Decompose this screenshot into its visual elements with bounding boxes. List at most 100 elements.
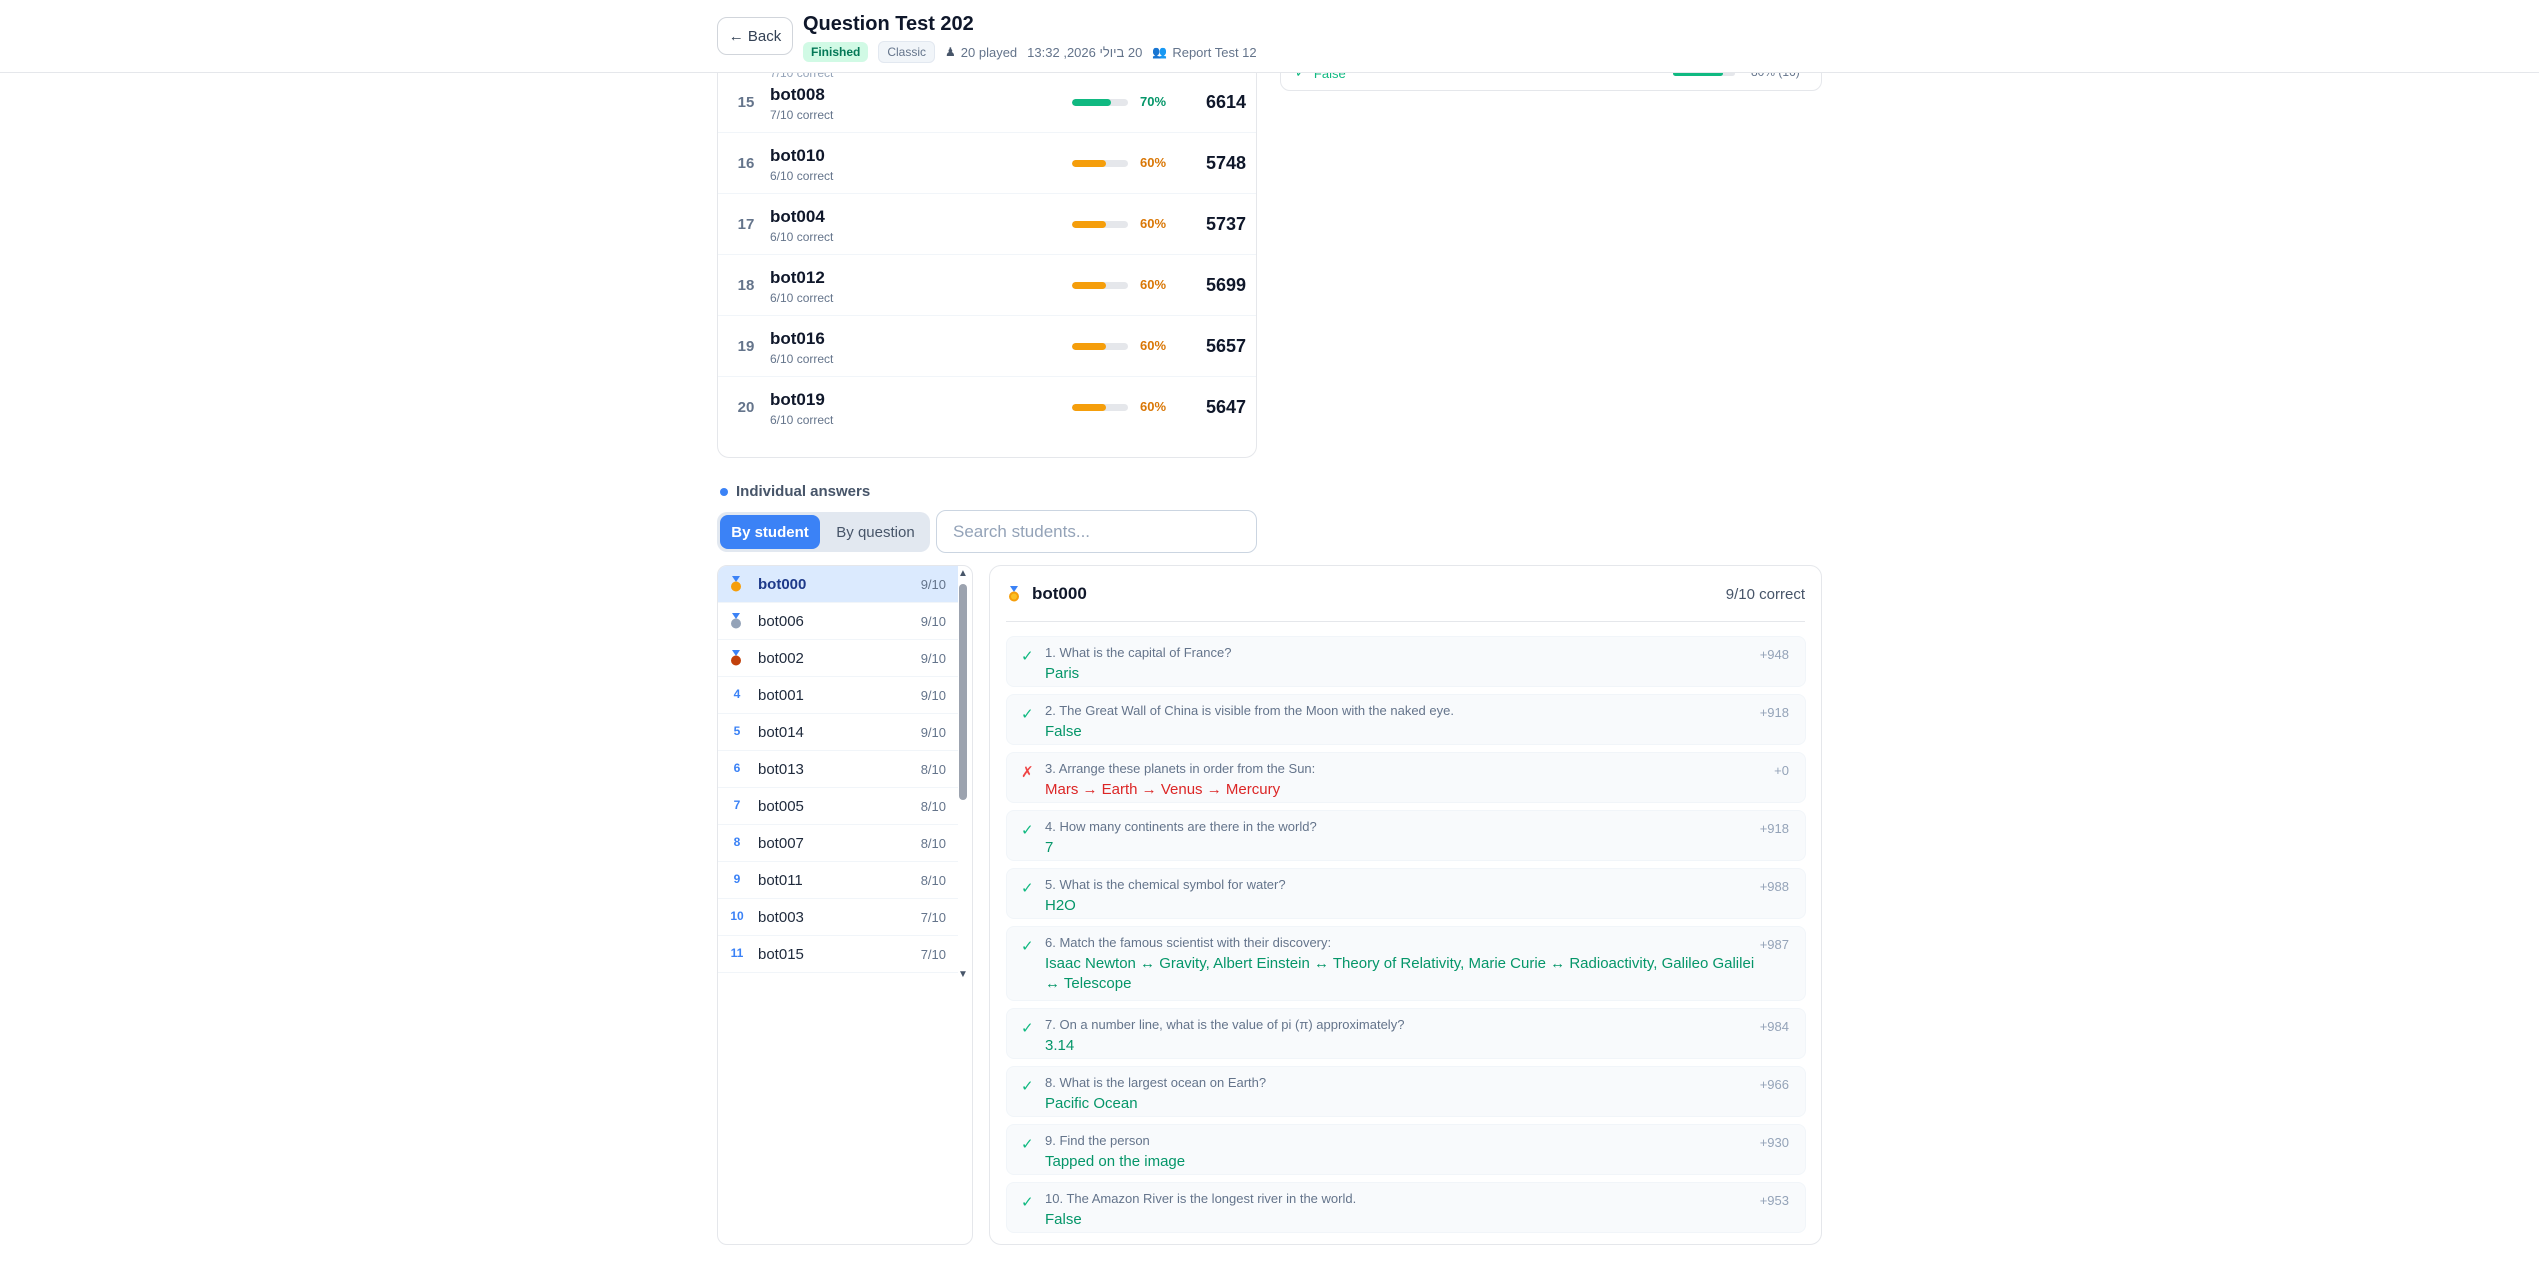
answer-item: ✓ 7. On a number line, what is the value … xyxy=(1006,1008,1806,1059)
accuracy-percent: 60% xyxy=(1140,338,1167,353)
student-rank: 6 xyxy=(733,761,741,775)
student-list-item[interactable]: bot002 9/10 xyxy=(718,640,958,677)
question-text: 1. What is the capital of France? xyxy=(1045,645,1232,660)
accuracy-bar xyxy=(1072,99,1128,106)
points-earned: +966 xyxy=(1759,1077,1789,1092)
check-icon: ✓ xyxy=(1021,648,1034,665)
student-list-item[interactable]: 7 bot005 8/10 xyxy=(718,788,958,825)
detail-student-name: bot000 xyxy=(1032,584,1087,603)
question-text: 10. The Amazon River is the longest rive… xyxy=(1045,1191,1357,1206)
answer-item: ✓ 10. The Amazon River is the longest riv… xyxy=(1006,1182,1806,1233)
scroll-thumb[interactable] xyxy=(959,584,967,800)
accuracy-bar xyxy=(1072,160,1128,167)
leaderboard-row[interactable]: 17 bot004 6/10 correct 60% 5737 xyxy=(718,193,1256,254)
accuracy-bar xyxy=(1072,282,1128,289)
top-header: ← Back Question Test 202 Finished Classi… xyxy=(0,0,2539,73)
player-score: 5737 xyxy=(1205,214,1246,234)
student-name: bot007 xyxy=(758,835,804,852)
leaderboard-row[interactable]: 15 bot008 7/10 correct 70% 6614 xyxy=(718,71,1256,132)
player-score: 5699 xyxy=(1205,275,1246,295)
back-button[interactable]: ← Back xyxy=(717,17,793,55)
leaderboard-row[interactable]: 19 bot016 6/10 correct 60% 5657 xyxy=(718,315,1256,376)
cross-icon: ✗ xyxy=(1021,764,1034,781)
player-name: bot008 xyxy=(770,85,825,104)
answer-text: Pacific Ocean xyxy=(1045,1095,1138,1112)
rank-number: 15 xyxy=(737,94,755,111)
student-list-scrollbar[interactable]: ▲ ▼ xyxy=(956,568,970,983)
silver-medal-icon xyxy=(731,613,741,629)
leaderboard-row[interactable]: 20 bot019 6/10 correct 60% 5647 xyxy=(718,376,1256,437)
accuracy-bar xyxy=(1072,404,1128,411)
points-earned: +918 xyxy=(1759,821,1789,836)
divider xyxy=(1006,621,1805,622)
search-students-input[interactable] xyxy=(936,510,1257,553)
student-list-item[interactable]: bot006 9/10 xyxy=(718,603,958,640)
points-earned: +984 xyxy=(1759,1019,1789,1034)
student-list-item[interactable]: bot000 9/10 xyxy=(718,566,958,603)
player-correct-count: 6/10 correct xyxy=(770,352,834,366)
scroll-up-icon[interactable]: ▲ xyxy=(958,568,968,579)
points-earned: +987 xyxy=(1759,937,1789,952)
check-icon: ✓ xyxy=(1021,1078,1034,1095)
student-name: bot006 xyxy=(758,613,804,630)
answer-item: ✓ 6. Match the famous scientist with thei… xyxy=(1006,926,1806,1001)
status-badge: Finished xyxy=(803,42,869,62)
student-name: bot011 xyxy=(758,872,803,889)
quiz-meta: Finished Classic ♟ 20 played 20 ביולי 20… xyxy=(803,41,1257,63)
check-icon: ✓ xyxy=(1021,822,1034,839)
student-score: 9/10 xyxy=(920,688,946,703)
bronze-medal-icon xyxy=(731,650,741,666)
student-rank: 5 xyxy=(733,724,741,738)
student-list-item[interactable]: 6 bot013 8/10 xyxy=(718,751,958,788)
student-list-item[interactable]: 11 bot015 7/10 xyxy=(718,936,958,973)
answer-text: False xyxy=(1045,1211,1082,1228)
detail-header: bot000 xyxy=(1006,584,1087,604)
question-text: 5. What is the chemical symbol for water… xyxy=(1045,877,1286,892)
points-earned: +918 xyxy=(1759,705,1789,720)
player-correct-count: 7/10 correct xyxy=(770,108,834,122)
question-text: 3. Arrange these planets in order from t… xyxy=(1045,761,1316,776)
student-name: bot000 xyxy=(758,576,807,593)
date-text: 20 ביולי 2026, 13:32 xyxy=(1027,44,1143,60)
student-score: 9/10 xyxy=(920,651,946,666)
scroll-down-icon[interactable]: ▼ xyxy=(958,969,968,980)
answer-item: ✓ 1. What is the capital of France? Paris +… xyxy=(1006,636,1806,687)
question-text: 8. What is the largest ocean on Earth? xyxy=(1045,1075,1267,1090)
answer-text: Mars → Earth → Venus → Mercury xyxy=(1045,781,1281,798)
answer-item: ✓ 2. The Great Wall of China is visible f… xyxy=(1006,694,1806,745)
section-title: Individual answers xyxy=(736,483,871,500)
accuracy-percent: 60% xyxy=(1140,155,1167,170)
answer-text: Paris xyxy=(1045,665,1080,682)
student-list-item[interactable]: 8 bot007 8/10 xyxy=(718,825,958,862)
player-name: bot010 xyxy=(770,146,825,165)
student-list-item[interactable]: 9 bot011 8/10 xyxy=(718,862,958,899)
detail-total-correct: 9/10 correct xyxy=(1725,586,1805,603)
check-icon: ✓ xyxy=(1021,1136,1034,1153)
student-list-item[interactable]: 5 bot014 9/10 xyxy=(718,714,958,751)
student-score: 9/10 xyxy=(920,614,946,629)
question-text: 9. Find the person xyxy=(1045,1133,1150,1148)
student-name: bot005 xyxy=(758,798,804,815)
points-earned: +988 xyxy=(1759,879,1789,894)
leaderboard-row[interactable]: 16 bot010 6/10 correct 60% 5748 xyxy=(718,132,1256,193)
report-text: Report Test 12 xyxy=(1172,44,1257,60)
tab-by-student[interactable]: By student xyxy=(720,515,820,549)
points-earned: +930 xyxy=(1759,1135,1789,1150)
answer-text: H2O xyxy=(1045,897,1076,914)
accuracy-bar xyxy=(1072,221,1128,228)
leaderboard-row[interactable]: 18 bot012 6/10 correct 60% 5699 xyxy=(718,254,1256,315)
student-score: 8/10 xyxy=(920,836,946,851)
tab-by-question[interactable]: By question xyxy=(824,515,927,549)
player-icon: ♟ xyxy=(945,45,956,59)
student-name: bot014 xyxy=(758,724,804,741)
answer-text: False xyxy=(1045,723,1082,740)
question-text: 2. The Great Wall of China is visible fr… xyxy=(1045,703,1454,718)
student-detail-panel: bot000 9/10 correct ✓ 1. What is the capi… xyxy=(989,565,1822,1245)
student-list-item[interactable]: 10 bot003 7/10 xyxy=(718,899,958,936)
student-score: 8/10 xyxy=(920,762,946,777)
rank-number: 20 xyxy=(737,399,755,416)
student-list-item[interactable]: 4 bot001 9/10 xyxy=(718,677,958,714)
student-name: bot003 xyxy=(758,909,804,926)
student-list: bot000 9/10 bot006 9/10 bot002 9/10 4 bot001 9/1… xyxy=(717,565,973,1245)
points-earned: +948 xyxy=(1759,647,1789,662)
